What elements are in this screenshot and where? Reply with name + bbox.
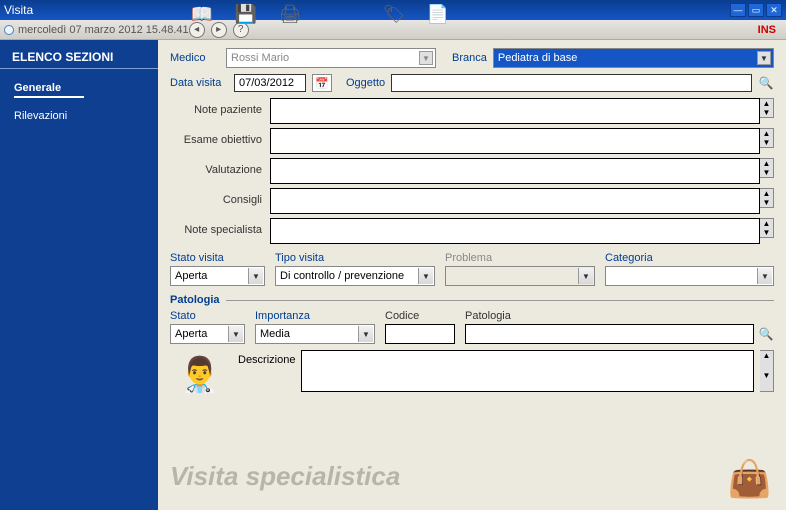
valutazione-label: Valutazione [170,158,270,176]
datetime-text: mercoledì 07 marzo 2012 15.48.41 [18,24,189,36]
sidebar-item-label: Generale [14,82,61,94]
search-icon[interactable]: 🔍 [758,326,774,342]
medico-select[interactable]: Rossi Mario ▼ [226,48,436,68]
patologia-importanza-label: Importanza [255,310,375,322]
main-toolbar: 📖 💾 🖨 🏷 📄 [190,0,586,28]
chevron-down-icon: ▼ [757,268,772,284]
note-specialista-input[interactable] [270,218,760,244]
branca-value: Pediatra di base [498,52,578,64]
sidebar-item-label: Rilevazioni [14,110,67,122]
scroll-up-icon[interactable]: ▲ [760,189,773,198]
chevron-down-icon: ▼ [248,268,263,284]
data-visita-input[interactable] [234,74,306,92]
esame-obiettivo-label: Esame obiettivo [170,128,270,146]
chevron-down-icon: ▼ [419,51,433,65]
bag-icon: 👜 [727,458,772,500]
patologia-codice-label: Codice [385,310,455,322]
consigli-label: Consigli [170,188,270,206]
doctor-illustration-icon: 👨‍⚕️ [170,350,230,400]
patologia-descrizione-label: Descrizione [238,350,295,366]
scroll-up-icon[interactable]: ▲ [760,351,773,371]
stato-visita-value: Aperta [175,270,207,282]
chevron-down-icon: ▼ [578,268,593,284]
chevron-down-icon: ▼ [228,326,243,342]
ins-indicator: INS [758,24,776,36]
categoria-select[interactable]: ▼ [605,266,774,286]
tipo-visita-select[interactable]: Di controllo / prevenzione ▼ [275,266,435,286]
scroll-down-icon[interactable]: ▼ [760,168,773,177]
chevron-down-icon: ▼ [418,268,433,284]
patologia-codice-input[interactable] [385,324,455,344]
esame-obiettivo-input[interactable] [270,128,760,154]
sidebar: ELENCO SEZIONI Generale Rilevazioni [0,40,158,510]
main-panel: Medico Rossi Mario ▼ Branca Pediatra di … [158,40,786,510]
note-specialista-label: Note specialista [170,218,270,236]
patologia-patologia-input[interactable] [465,324,754,344]
scroll-up-icon[interactable]: ▲ [760,99,773,108]
note-paziente-label: Note paziente [170,98,270,116]
patologia-stato-label: Stato [170,310,245,322]
data-visita-label: Data visita [170,77,228,89]
patologia-patologia-label: Patologia [465,310,774,322]
scroll-up-icon[interactable]: ▲ [760,159,773,168]
notebook-icon[interactable]: 📖 [190,2,214,26]
medico-label: Medico [170,52,220,64]
tipo-visita-value: Di controllo / prevenzione [280,270,404,282]
tipo-visita-label: Tipo visita [275,252,435,264]
chevron-down-icon: ▼ [358,326,373,342]
patologia-group: Patologia Stato Aperta ▼ Importanza Media… [170,294,774,400]
save-icon[interactable]: 💾 [234,2,258,26]
patologia-importanza-value: Media [260,328,290,340]
stato-visita-label: Stato visita [170,252,265,264]
document-icon[interactable]: 📄 [426,2,450,26]
watermark-text: Visita specialistica [170,461,400,492]
sidebar-header: ELENCO SEZIONI [0,46,158,69]
categoria-label: Categoria [605,252,774,264]
patologia-importanza-select[interactable]: Media ▼ [255,324,375,344]
problema-label: Problema [445,252,595,264]
valutazione-input[interactable] [270,158,760,184]
print-icon[interactable]: 🖨 [278,2,302,26]
search-icon[interactable]: 🔍 [758,75,774,91]
scroll-up-icon[interactable]: ▲ [760,129,773,138]
scroll-down-icon[interactable]: ▼ [760,371,773,391]
branca-select[interactable]: Pediatra di base ▼ [493,48,774,68]
oggetto-input[interactable] [391,74,752,92]
sidebar-item-generale[interactable]: Generale [0,75,158,103]
close-button[interactable]: ✕ [766,3,782,17]
medico-value: Rossi Mario [231,52,289,64]
patologia-legend: Patologia [170,294,226,306]
branca-label: Branca [452,52,487,64]
note-paziente-input[interactable] [270,98,760,124]
patologia-stato-value: Aperta [175,328,207,340]
minimize-button[interactable]: — [730,3,746,17]
scroll-down-icon[interactable]: ▼ [760,108,773,117]
problema-select[interactable]: ▼ [445,266,595,286]
maximize-button[interactable]: ▭ [748,3,764,17]
chevron-down-icon: ▼ [757,51,771,65]
patologia-descrizione-input[interactable] [301,350,754,392]
tag-icon[interactable]: 🏷 [382,2,406,26]
clock-icon [4,25,14,35]
sidebar-item-rilevazioni[interactable]: Rilevazioni [0,103,158,127]
patologia-stato-select[interactable]: Aperta ▼ [170,324,245,344]
window-title: Visita [4,3,33,17]
stato-visita-select[interactable]: Aperta ▼ [170,266,265,286]
scroll-down-icon[interactable]: ▼ [760,228,773,237]
consigli-input[interactable] [270,188,760,214]
scroll-down-icon[interactable]: ▼ [760,198,773,207]
calendar-icon[interactable]: 📅 [312,74,332,92]
oggetto-label: Oggetto [346,77,385,89]
scroll-up-icon[interactable]: ▲ [760,219,773,228]
scroll-down-icon[interactable]: ▼ [760,138,773,147]
